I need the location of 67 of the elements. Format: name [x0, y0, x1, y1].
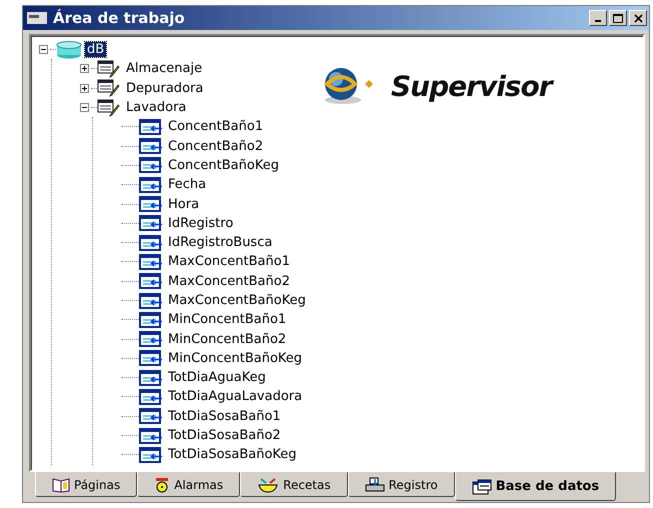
tree-item[interactable]: Fecha — [166, 177, 208, 192]
field-icon — [139, 446, 163, 463]
tree-item[interactable]: TotDiaAguaLavadora — [166, 389, 304, 404]
field-icon — [139, 408, 163, 424]
table-pencil-icon — [97, 98, 121, 117]
field-icon — [139, 118, 163, 135]
field-icon — [139, 273, 163, 290]
tree-item[interactable]: IdRegistro — [166, 216, 236, 231]
tab[interactable]: Páginas — [35, 472, 138, 497]
tree-item[interactable]: MaxConcentBaño2 — [166, 274, 292, 289]
window-icon — [27, 12, 47, 24]
field-icon — [139, 196, 163, 212]
field-icon — [139, 428, 163, 444]
field-icon — [139, 157, 163, 174]
tree-item[interactable]: MinConcentBañoKeg — [166, 350, 304, 366]
field-icon — [139, 331, 163, 348]
field-icon — [139, 254, 163, 270]
maximize-icon — [613, 14, 623, 22]
tab[interactable]: Base de datos — [454, 472, 616, 501]
close-button[interactable] — [629, 10, 647, 26]
field-icon — [139, 215, 163, 232]
maximize-button[interactable] — [609, 10, 627, 26]
logo-text: Supervisor — [391, 70, 552, 102]
tree-item[interactable]: MaxConcentBañoKeg — [166, 293, 308, 308]
expand-toggle[interactable] — [80, 64, 91, 74]
bowl-icon — [257, 476, 280, 492]
table-pencil-icon — [97, 79, 121, 98]
tree-item[interactable]: ConcentBañoKeg — [166, 158, 281, 173]
field-icon — [139, 350, 163, 366]
table-grid-icon — [472, 478, 492, 494]
printer-icon — [364, 476, 385, 492]
tree-item[interactable]: Depuradora — [124, 80, 206, 96]
collapse-toggle[interactable] — [39, 45, 50, 54]
field-icon — [139, 370, 163, 386]
database-icon — [56, 40, 82, 59]
expand-toggle[interactable] — [80, 84, 91, 93]
field-icon — [139, 388, 163, 405]
tree-item[interactable]: Hora — [166, 196, 202, 212]
field-icon — [139, 292, 163, 308]
tree-item[interactable]: TotDiaSosaBañoKeg — [166, 447, 299, 462]
tree-item[interactable]: TotDiaSosaBaño1 — [166, 408, 283, 424]
alarm-icon — [154, 476, 170, 492]
tree-item[interactable]: ConcentBaño2 — [166, 138, 266, 154]
tree-item[interactable]: dB — [85, 42, 106, 58]
tree-item[interactable]: MinConcentBaño2 — [166, 332, 288, 347]
field-icon — [139, 234, 163, 251]
tab[interactable]: Registro — [348, 472, 455, 497]
tree-item[interactable]: Lavadora — [124, 100, 188, 116]
tree-item[interactable]: IdRegistroBusca — [166, 235, 274, 250]
field-icon — [139, 176, 163, 193]
tree-item[interactable]: TotDiaSosaBaño2 — [166, 428, 283, 444]
collapse-toggle[interactable] — [80, 103, 91, 112]
minimize-icon — [595, 20, 601, 22]
tab[interactable]: Alarmas — [137, 472, 240, 497]
tree-item[interactable]: MaxConcentBaño1 — [166, 254, 292, 270]
tree-item[interactable]: TotDiaAguaKeg — [166, 370, 268, 386]
tree-item[interactable]: MinConcentBaño1 — [166, 312, 288, 328]
window-title: Área de trabajo — [53, 9, 186, 27]
field-icon — [139, 312, 163, 328]
close-icon — [634, 14, 642, 22]
minimize-button[interactable] — [589, 10, 607, 26]
table-pencil-icon — [97, 60, 121, 78]
tree-item[interactable]: Almacenaje — [124, 61, 204, 76]
field-icon — [139, 138, 163, 154]
tab[interactable]: Recetas — [240, 472, 348, 497]
book-icon — [52, 476, 70, 492]
tree-item[interactable]: ConcentBaño1 — [166, 119, 266, 134]
